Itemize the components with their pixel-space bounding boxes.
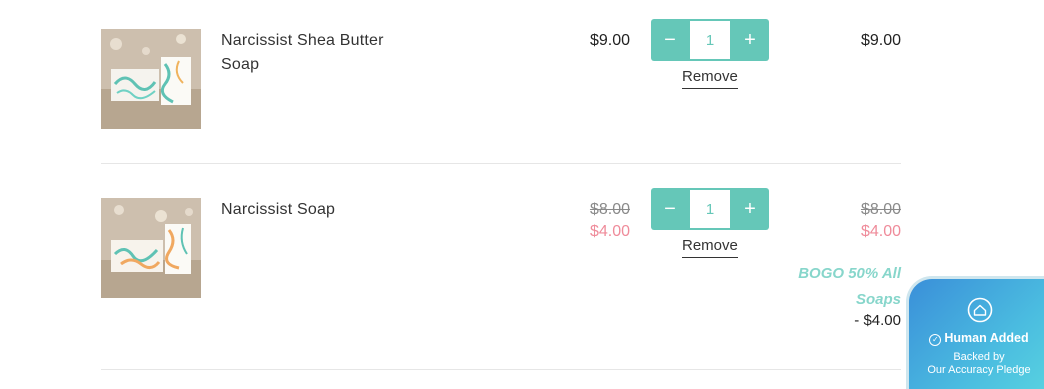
line-total: $9.00 (860, 32, 901, 49)
row-divider (101, 369, 901, 370)
quantity-stepper: − + (651, 19, 769, 61)
quantity-stepper: − + (651, 188, 769, 230)
decrease-quantity-button[interactable]: − (651, 188, 689, 230)
home-shield-icon (967, 297, 993, 323)
quantity-input[interactable] (690, 21, 730, 59)
badge-line1: Backed by (953, 351, 1005, 363)
original-total: $8.00 (860, 201, 901, 218)
quantity-input[interactable] (690, 190, 730, 228)
decrease-quantity-button[interactable]: − (651, 19, 689, 61)
sale-total: $4.00 (860, 223, 901, 240)
row-divider (101, 163, 901, 164)
product-name[interactable]: Narcissist Shea Butter Soap (221, 29, 421, 77)
remove-item-link[interactable]: Remove (682, 68, 738, 89)
sale-price: $4.00 (589, 223, 630, 240)
remove-item-link[interactable]: Remove (682, 237, 738, 258)
original-price: $8.00 (589, 201, 630, 218)
check-circle-icon: ✓ (929, 334, 942, 346)
unit-price: $8.00 $4.00 (590, 199, 630, 243)
badge-line2: Our Accuracy Pledge (927, 364, 1031, 376)
accuracy-pledge-badge[interactable]: ✓ Human Added Backed by Our Accuracy Pled… (906, 276, 1044, 389)
increase-quantity-button[interactable]: + (731, 19, 769, 61)
badge-title-text: Human Added (944, 331, 1029, 345)
unit-price: $9.00 (589, 32, 630, 49)
increase-quantity-button[interactable]: + (731, 188, 769, 230)
product-image[interactable] (101, 29, 201, 129)
badge-title: ✓ Human Added (909, 331, 1044, 346)
product-name[interactable]: Narcissist Soap (221, 198, 421, 222)
discount-amount: - $4.00 (854, 312, 901, 329)
line-total: $8.00 $4.00 (861, 199, 901, 243)
product-image[interactable] (101, 198, 201, 298)
discount-label: BOGO 50% All Soaps (798, 265, 901, 308)
badge-subtitle: Backed by Our Accuracy Pledge (909, 351, 1044, 377)
